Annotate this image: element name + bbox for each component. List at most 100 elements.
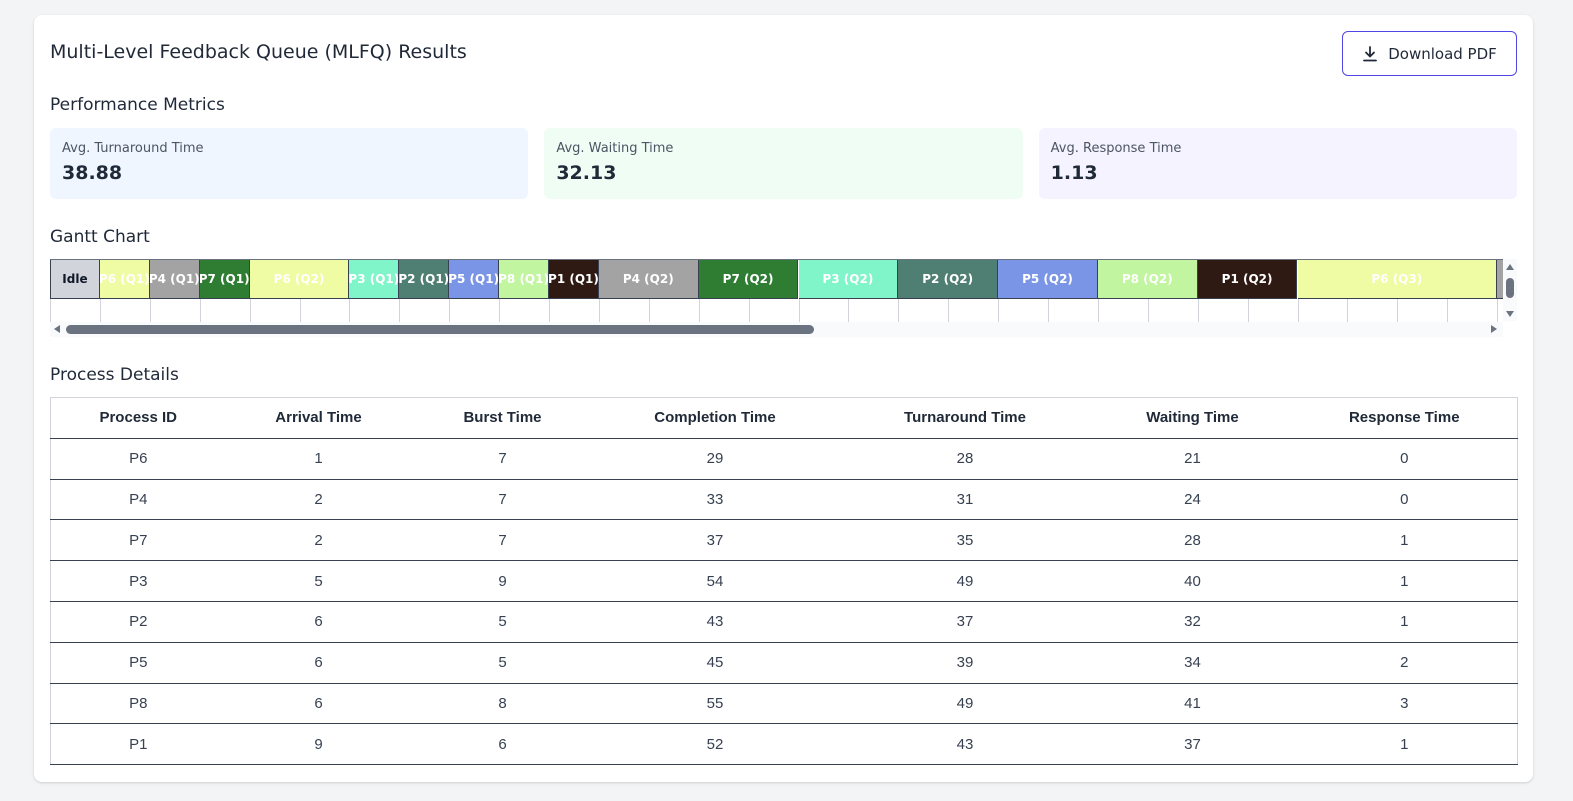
table-cell: 29 — [593, 438, 837, 480]
table-cell: 54 — [593, 560, 837, 602]
metrics-row: Avg. Turnaround Time 38.88 Avg. Waiting … — [50, 128, 1517, 199]
metric-label: Avg. Response Time — [1050, 141, 1182, 156]
gantt-vertical-scrollbar[interactable] — [1503, 259, 1517, 321]
column-header: Waiting Time — [1093, 397, 1292, 439]
table-cell: 34 — [1093, 642, 1292, 684]
table-cell: 45 — [593, 642, 837, 684]
table-cell: 52 — [593, 723, 837, 766]
gantt-segment: P3 (Q2) — [798, 260, 899, 299]
gantt-tick — [149, 299, 151, 322]
table-cell: 1 — [1291, 560, 1518, 602]
gantt-tick — [1297, 299, 1299, 322]
gantt-horizontal-scrollbar[interactable] — [50, 322, 1503, 337]
gantt-tick — [199, 299, 201, 322]
scroll-up-arrow-icon[interactable] — [1506, 264, 1514, 270]
gantt-tick — [1397, 299, 1399, 322]
gantt-segment: P5 (Q1) — [449, 260, 500, 299]
metric-card-response: Avg. Response Time 1.13 — [1038, 128, 1517, 199]
gantt-tick — [499, 299, 501, 322]
gantt-tick — [1097, 299, 1099, 322]
metric-label: Avg. Turnaround Time — [62, 141, 204, 156]
gantt-tick — [1197, 299, 1199, 322]
table-row: P4 2 7 33 31 24 0 — [50, 479, 1518, 521]
table-cell: P6 — [50, 438, 226, 480]
column-header: Process ID — [50, 397, 226, 439]
download-pdf-button[interactable]: Download PDF — [1342, 31, 1517, 76]
table-cell: 24 — [1093, 479, 1292, 521]
column-header: Completion Time — [593, 397, 837, 439]
scrollbar-thumb[interactable] — [1506, 278, 1514, 298]
metric-label: Avg. Waiting Time — [556, 141, 674, 156]
scroll-down-arrow-icon[interactable] — [1506, 311, 1514, 317]
table-cell: 9 — [411, 560, 594, 602]
table-cell: P3 — [50, 560, 226, 602]
table-cell: 21 — [1093, 438, 1292, 480]
table-row: P1 9 6 52 43 37 1 — [50, 723, 1518, 766]
gantt-segment: P5 (Q2) — [998, 260, 1098, 299]
scroll-right-arrow-icon[interactable] — [1491, 325, 1497, 333]
table-row: P2 6 5 43 37 32 1 — [50, 601, 1518, 643]
process-details-title: Process Details — [50, 365, 179, 385]
gantt-tick — [998, 299, 1000, 322]
gantt-segment: P1 (Q2) — [1197, 260, 1298, 299]
gantt-tick — [399, 299, 401, 322]
table-cell: 6 — [225, 683, 412, 725]
process-details-table: Process ID Arrival Time Burst Time Compl… — [50, 397, 1518, 766]
table-cell: P5 — [50, 642, 226, 684]
table-cell: 0 — [1291, 438, 1518, 480]
gantt-tick — [1247, 299, 1249, 322]
metric-value: 38.88 — [62, 162, 123, 184]
gantt-segment: P4 (Q2) — [598, 260, 699, 299]
column-header: Burst Time — [411, 397, 594, 439]
gantt-tick — [698, 299, 700, 322]
gantt-segment: P6 (Q1) — [99, 260, 150, 299]
gantt-tick — [898, 299, 900, 322]
gantt-segment: P8 (Q1) — [499, 260, 549, 299]
scroll-left-arrow-icon[interactable] — [54, 325, 60, 333]
table-cell: 5 — [411, 601, 594, 643]
gantt-segment: Idle — [50, 260, 100, 299]
gantt-tick — [748, 299, 750, 322]
gantt-tick — [50, 299, 51, 322]
gantt-chart-title: Gantt Chart — [50, 227, 150, 247]
gantt-segment: P1 (Q1) — [549, 260, 599, 299]
table-cell: 39 — [836, 642, 1094, 684]
table-cell: 37 — [836, 601, 1094, 643]
table-cell: 5 — [411, 642, 594, 684]
gantt-segment: P6 (Q3) — [1297, 260, 1498, 299]
table-cell: 28 — [836, 438, 1094, 480]
gantt-tick — [1048, 299, 1049, 322]
table-cell: 31 — [836, 479, 1094, 521]
table-header-row: Process ID Arrival Time Burst Time Compl… — [50, 397, 1518, 439]
gantt-tick — [1447, 299, 1449, 322]
gantt-bars: Idle P6 (Q1) P4 (Q1) P7 (Q1) P6 (Q2) P3 (Q1) P… — [50, 259, 1510, 299]
results-card: Multi-Level Feedback Queue (MLFQ) Result… — [34, 15, 1533, 782]
table-body: P6 1 7 29 28 21 0 P4 2 7 33 31 24 0 P7 2 7 37 35 28 1 P3 5 9 54 4… — [50, 438, 1518, 766]
page-title: Multi-Level Feedback Queue (MLFQ) Result… — [50, 41, 467, 63]
table-cell: 6 — [225, 642, 412, 684]
gantt-tick — [848, 299, 850, 322]
performance-metrics-title: Performance Metrics — [50, 95, 225, 115]
table-row: P5 6 5 45 39 34 2 — [50, 642, 1518, 684]
gantt-tick — [648, 299, 650, 322]
metric-value: 32.13 — [556, 162, 617, 184]
download-icon — [1363, 45, 1378, 61]
gantt-tick — [1497, 299, 1499, 322]
table-cell: 5 — [225, 560, 412, 602]
gantt-tick — [99, 299, 101, 322]
table-cell: 7 — [411, 438, 594, 480]
column-header: Arrival Time — [225, 397, 412, 439]
gantt-segment: P8 (Q2) — [1097, 260, 1198, 299]
table-cell: 6 — [225, 601, 412, 643]
metric-value: 1.13 — [1050, 162, 1098, 184]
gantt-tick — [798, 299, 800, 322]
gantt-tick — [598, 299, 600, 322]
table-cell: 49 — [836, 683, 1094, 725]
scrollbar-thumb[interactable] — [66, 325, 814, 334]
table-cell: 49 — [836, 560, 1094, 602]
table-cell: P1 — [50, 723, 226, 766]
table-cell: 2 — [225, 479, 412, 521]
gantt-segment: P7 (Q2) — [698, 260, 799, 299]
table-cell: 2 — [1291, 642, 1518, 684]
column-header: Turnaround Time — [836, 397, 1094, 439]
